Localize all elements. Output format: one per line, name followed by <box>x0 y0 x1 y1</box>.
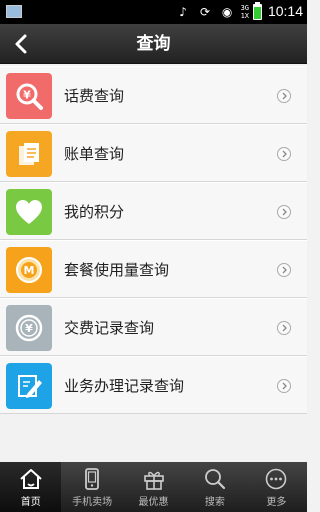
more-icon <box>266 468 287 490</box>
search-yuan-icon: ¥ <box>6 73 52 119</box>
menu-item-label: 话费查询 <box>64 87 125 105</box>
document-icon <box>6 131 52 177</box>
chevron-right-icon <box>277 263 291 277</box>
title-bar: 查询 <box>0 24 307 64</box>
sync-icon: ⟳ <box>200 5 211 19</box>
tab-label: 首页 <box>20 497 41 508</box>
tab-label: 更多 <box>266 497 287 508</box>
menu-item-label: 账单查询 <box>64 145 125 163</box>
menu-item-service-records[interactable]: 业务办理记录查询 <box>0 356 307 414</box>
tab-label: 搜索 <box>204 497 225 508</box>
status-time: 10:14 <box>267 3 303 19</box>
query-menu-list: ¥ 话费查询 账单查询 我的积分 M 套餐使用量查询 ¥ 交费记录查询 业务办理… <box>0 66 307 414</box>
status-bar: ♪ ⟳ ◉ 3G 1X 10:14 <box>0 0 307 24</box>
tab-best-deals[interactable]: 最优惠 <box>123 462 184 512</box>
tab-label: 手机卖场 <box>72 497 113 508</box>
tab-phone-store[interactable]: 手机卖场 <box>61 462 122 512</box>
menu-item-bill[interactable]: 账单查询 <box>0 124 307 182</box>
menu-item-package-usage[interactable]: M 套餐使用量查询 <box>0 240 307 298</box>
search-icon <box>205 469 226 490</box>
phone-icon <box>85 468 100 490</box>
tab-more[interactable]: 更多 <box>246 462 307 512</box>
menu-item-label: 业务办理记录查询 <box>64 377 185 395</box>
menu-item-label: 我的积分 <box>64 203 125 221</box>
svg-text:¥: ¥ <box>25 322 33 335</box>
page-title: 查询 <box>136 34 171 54</box>
music-muted-icon: ♪ <box>179 5 187 19</box>
menu-item-points[interactable]: 我的积分 <box>0 182 307 240</box>
chevron-right-icon <box>277 321 291 335</box>
svg-text:M: M <box>24 264 35 277</box>
chevron-right-icon <box>277 147 291 161</box>
battery-icon <box>253 2 262 20</box>
menu-item-phone-fee[interactable]: ¥ 话费查询 <box>0 66 307 124</box>
tab-label: 最优惠 <box>138 497 169 508</box>
m-coin-icon: M <box>6 247 52 293</box>
chevron-right-icon <box>277 205 291 219</box>
chevron-right-icon <box>277 89 291 103</box>
tab-search[interactable]: 搜索 <box>184 462 245 512</box>
menu-item-label: 交费记录查询 <box>64 319 155 337</box>
gift-icon <box>143 471 164 490</box>
svg-text:¥: ¥ <box>23 89 31 102</box>
yuan-coin-icon: ¥ <box>6 305 52 351</box>
chevron-right-icon <box>277 379 291 393</box>
gallery-notification-icon <box>6 5 22 18</box>
heart-icon <box>6 189 52 235</box>
home-icon <box>20 469 42 489</box>
tab-home[interactable]: 首页 <box>0 462 62 512</box>
wifi-icon: ◉ <box>221 5 233 19</box>
menu-item-label: 套餐使用量查询 <box>64 261 170 279</box>
network-type: 3G 1X <box>240 4 249 20</box>
edit-icon <box>6 363 52 409</box>
menu-item-payment-records[interactable]: ¥ 交费记录查询 <box>0 298 307 356</box>
bottom-tab-bar: 首页 手机卖场 最优惠 搜索 更多 <box>0 462 307 512</box>
